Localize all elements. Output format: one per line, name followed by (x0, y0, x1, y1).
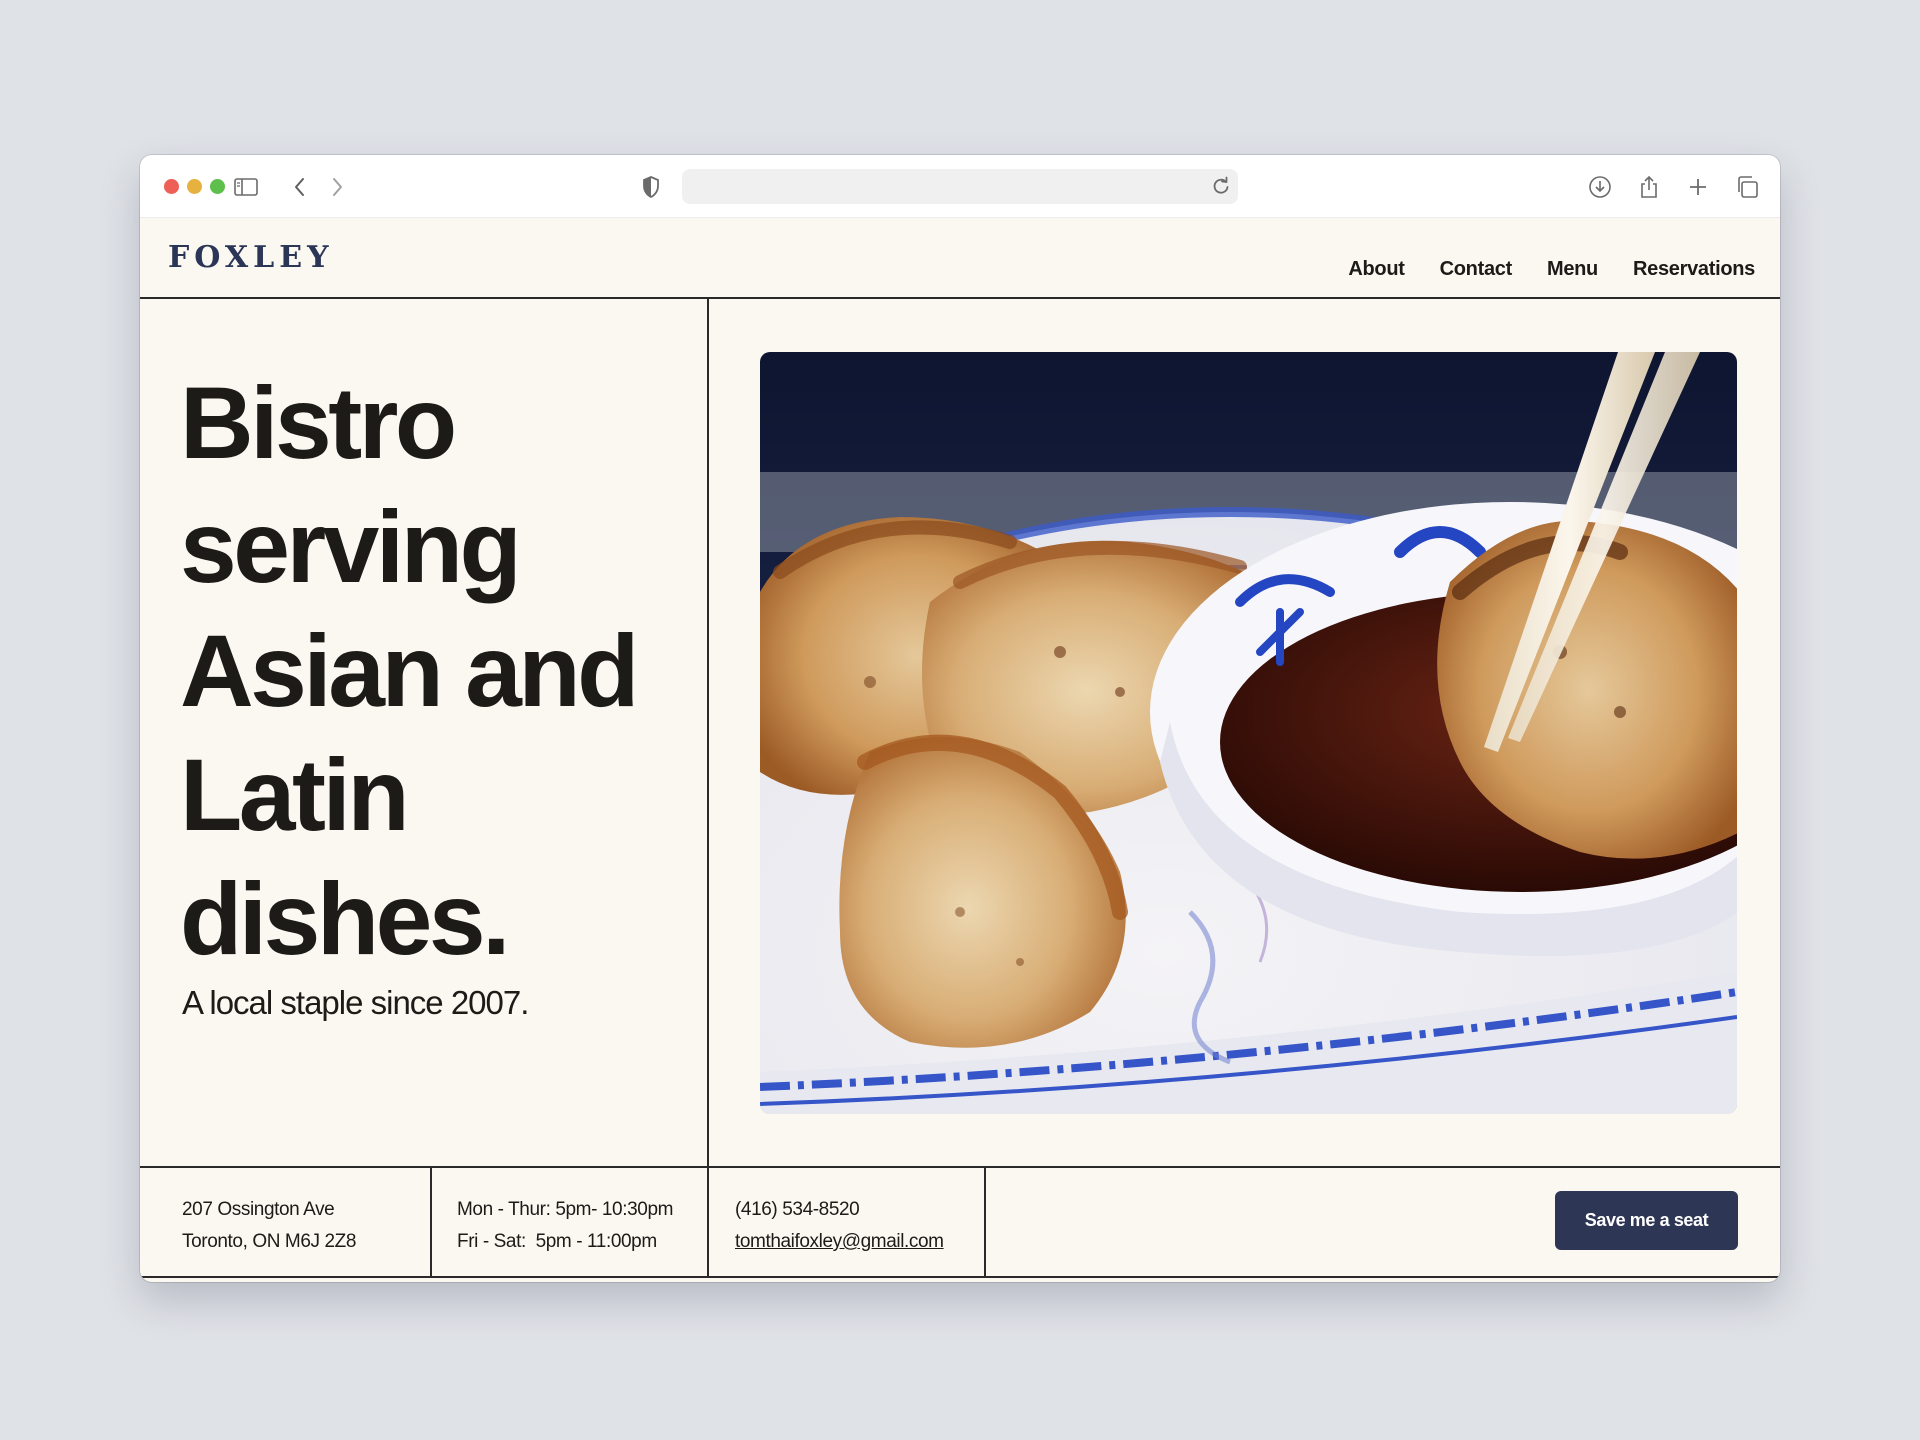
new-tab-icon[interactable] (1683, 172, 1713, 202)
nav-contact[interactable]: Contact (1440, 258, 1513, 281)
minimize-window-button[interactable] (187, 179, 202, 194)
tabs-overview-icon[interactable] (1732, 172, 1762, 202)
phone-number[interactable]: (416) 534-8520 (735, 1194, 984, 1226)
reload-icon[interactable] (1212, 176, 1230, 201)
hero-headline: Bistro serving Asian and Latin dishes. (180, 366, 639, 976)
hours-line-1: Mon - Thur: 5pm- 10:30pm (457, 1199, 674, 1220)
dumplings-photo (760, 352, 1737, 1114)
sidebar-icon[interactable] (231, 172, 261, 202)
maximize-window-button[interactable] (210, 179, 225, 194)
share-icon[interactable] (1634, 172, 1664, 202)
nav-menu[interactable]: Menu (1547, 258, 1598, 281)
hours-block: Mon - Thur: 5pm- 10:30pm Fri - Sat: 5pm … (432, 1168, 709, 1278)
address-line-1: 207 Ossington Ave (182, 1199, 335, 1220)
address-line-2: Toronto, ON M6J 2Z8 (182, 1231, 357, 1252)
address-bar[interactable] (682, 169, 1238, 204)
back-icon[interactable] (285, 172, 315, 202)
contact-block: (416) 534-8520 tomthaifoxley@gmail.com (709, 1168, 986, 1278)
brand-logo[interactable]: FOXLEY (168, 240, 334, 275)
nav-reservations[interactable]: Reservations (1633, 258, 1755, 281)
save-seat-button[interactable]: Save me a seat (1555, 1191, 1738, 1250)
forward-icon[interactable] (322, 172, 352, 202)
hero-text-panel: Bistro serving Asian and Latin dishes. A… (140, 299, 709, 1169)
download-icon[interactable] (1585, 172, 1615, 202)
hero-tagline: A local staple since 2007. (182, 984, 529, 1021)
browser-toolbar (140, 155, 1780, 218)
shield-icon[interactable] (636, 172, 666, 202)
info-footer: 207 Ossington Ave Toronto, ON M6J 2Z8 Mo… (140, 1166, 1780, 1278)
site-header: FOXLEY About Contact Menu Reservations (140, 218, 1780, 299)
browser-window: FOXLEY About Contact Menu Reservations B… (140, 155, 1780, 1282)
email-link[interactable]: tomthaifoxley@gmail.com (735, 1226, 984, 1258)
close-window-button[interactable] (164, 179, 179, 194)
nav-about[interactable]: About (1348, 258, 1405, 281)
main-nav: About Contact Menu Reservations (1348, 258, 1755, 281)
hours-line-2: Fri - Sat: 5pm - 11:00pm (457, 1231, 657, 1252)
hero-image-panel (709, 299, 1780, 1169)
address-block: 207 Ossington Ave Toronto, ON M6J 2Z8 (140, 1168, 432, 1278)
